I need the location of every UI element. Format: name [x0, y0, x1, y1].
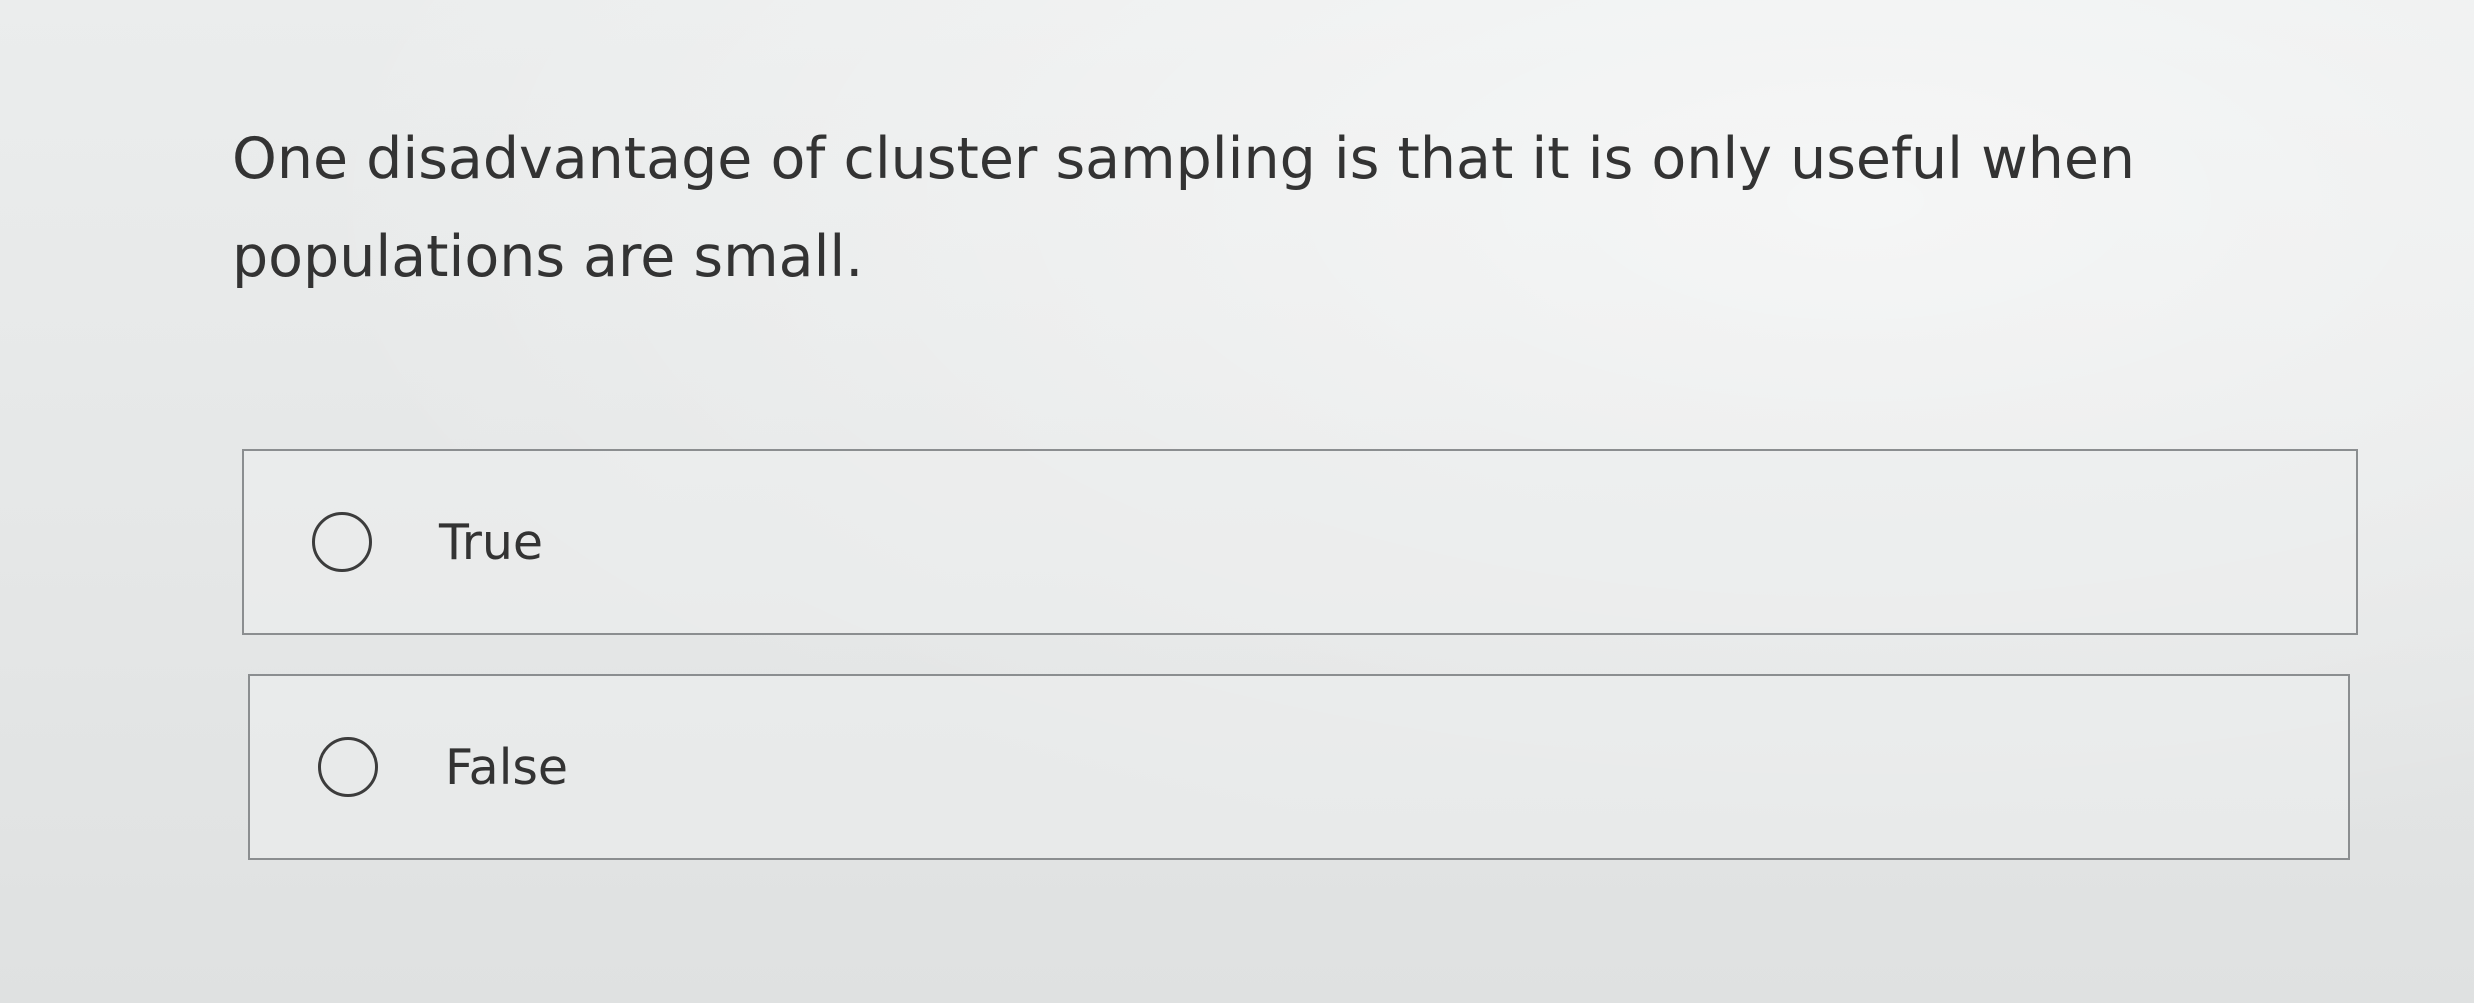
question-text: One disadvantage of cluster sampling is …: [232, 126, 2136, 290]
option-label-true: True: [439, 513, 544, 571]
radio-button-true[interactable]: [312, 512, 372, 572]
quiz-screen: One disadvantage of cluster sampling is …: [0, 0, 2474, 1003]
answer-option-false[interactable]: False: [248, 674, 2350, 860]
answer-option-true[interactable]: True: [242, 449, 2358, 635]
option-label-false: False: [445, 738, 569, 796]
radio-button-false[interactable]: [318, 737, 378, 797]
